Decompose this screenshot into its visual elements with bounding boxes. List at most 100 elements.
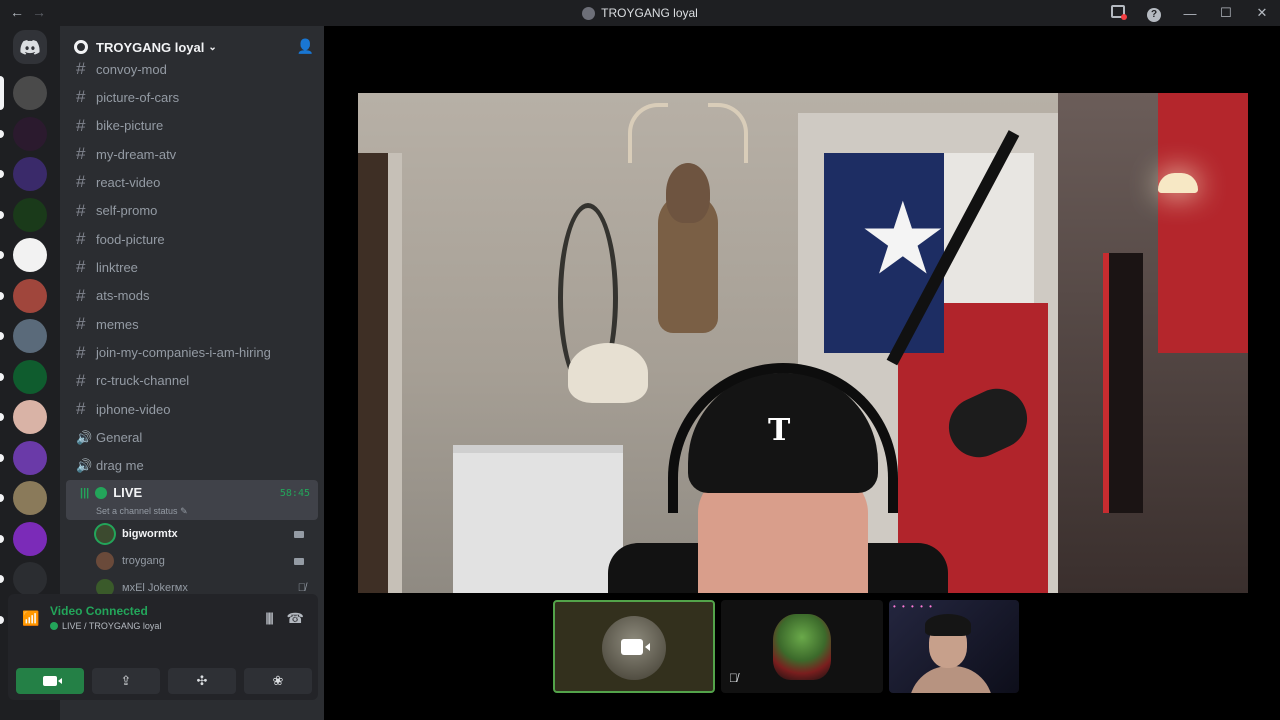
voice-member[interactable]: bigwormtx [96, 521, 316, 547]
screen-share-icon: ⇪ [120, 673, 132, 688]
direct-messages-button[interactable] [13, 30, 47, 64]
inbox-icon [1111, 5, 1127, 20]
help-icon: ? [1147, 7, 1161, 22]
close-button[interactable]: ✕ [1244, 5, 1280, 21]
unread-pill [0, 76, 4, 110]
unread-pill [0, 210, 4, 219]
help-button[interactable]: ? [1136, 5, 1172, 22]
guild-11[interactable] [13, 481, 47, 515]
member-name: bigwormtx [122, 528, 178, 540]
channel-linktree[interactable]: # linktree [68, 254, 318, 280]
channel-general[interactable]: 🔊 General [68, 425, 318, 451]
channel-label: react-video [96, 174, 161, 190]
channel-label: linktree [96, 259, 138, 275]
voice-channel-live[interactable]: ||| LIVE Set a channel status ✎ 58:45 [66, 480, 318, 520]
channel-label: convoy-mod [96, 61, 167, 77]
guild-13[interactable] [13, 562, 47, 596]
guild-3[interactable] [13, 157, 47, 191]
noise-suppression-icon[interactable]: ||||| [265, 610, 274, 625]
channel-self-promo[interactable]: # self-promo [68, 198, 318, 224]
chevron-down-icon: ⌄ [208, 41, 217, 53]
connection-dot-icon [50, 622, 58, 630]
guild-4[interactable] [13, 197, 47, 232]
signal-icon[interactable]: 📶 [22, 610, 39, 627]
minimize-button[interactable]: — [1172, 6, 1208, 21]
voice-member[interactable]: troygang [96, 548, 316, 574]
video-thumb-webcam[interactable]: • • • • • [889, 600, 1019, 693]
video-thumb-joker[interactable]: 🎙̸ [721, 600, 883, 693]
guild-andii-skwad[interactable] [13, 521, 47, 556]
channel-ats-mods[interactable]: # ats-mods [68, 283, 318, 309]
unread-pill [0, 170, 4, 178]
voice-location[interactable]: LIVE / TROYGANG loyal [50, 621, 161, 631]
member-name: мхEl Jokerмх [122, 582, 188, 594]
inbox-button[interactable] [1100, 5, 1136, 21]
channel-memes[interactable]: # memes [68, 311, 318, 337]
disconnect-icon[interactable]: ☎ [287, 610, 304, 627]
guild-1[interactable] [13, 76, 47, 110]
channel-react-video[interactable]: # react-video [68, 169, 318, 195]
avatar [96, 525, 114, 543]
guild-9[interactable] [13, 400, 47, 434]
pencil-icon: ✎ [180, 506, 188, 516]
live-bars-icon: ||| [80, 486, 90, 499]
participant-avatar [773, 614, 831, 680]
invite-people-icon[interactable]: 👤 [297, 38, 314, 55]
channel-my-dream-atv[interactable]: # my-dream-atv [68, 141, 318, 167]
channel-label: self-promo [96, 203, 158, 219]
voice-status[interactable]: Video Connected [50, 604, 148, 618]
window-controls: ? — ☐ ✕ [1100, 0, 1280, 26]
scene-deer-head [666, 163, 710, 223]
video-thumb-self[interactable] [553, 600, 715, 693]
channel-bike-picture[interactable]: # bike-picture [68, 113, 318, 139]
scene-scarf [1103, 253, 1143, 513]
channel-convoy-mod[interactable]: # convoy-mod [68, 56, 318, 82]
channel-drag-me[interactable]: 🔊 drag me [68, 453, 318, 479]
hash-icon: # [76, 285, 86, 305]
guild-5[interactable] [13, 238, 47, 272]
channel-rc-truck-channel[interactable]: # rc-truck-channel [68, 368, 318, 394]
main-video-tile[interactable]: ★ T [358, 93, 1248, 593]
live-indicator-icon [95, 486, 108, 499]
channel-join-my-companies-i-am-hiring[interactable]: # join-my-companies-i-am-hiring [68, 340, 318, 366]
discord-logo-icon [20, 39, 40, 55]
guild-10[interactable] [13, 440, 47, 475]
unread-pill [0, 372, 4, 381]
unread-pill [0, 251, 4, 259]
camera-icon [43, 676, 62, 686]
hash-icon: # [76, 144, 86, 164]
hash-icon: # [76, 115, 86, 135]
scene-deer-mount [628, 103, 748, 333]
channel-iphone-video[interactable]: # iphone-video [68, 396, 318, 422]
hash-icon: # [76, 59, 86, 78]
soundboard-icon: ❀ [272, 673, 284, 688]
channel-status[interactable]: Set a channel status ✎ [96, 506, 188, 517]
server-name: TROYGANG loyal [96, 39, 205, 55]
guild-7[interactable] [13, 319, 47, 353]
guild-8[interactable] [13, 359, 47, 394]
activities-icon: ✣ [196, 673, 208, 688]
window-title-text: TROYGANG loyal [601, 6, 698, 20]
channel-status-text: Set a channel status [96, 506, 178, 516]
guild-deejays-inferno[interactable] [13, 116, 47, 151]
unread-pill [0, 494, 4, 502]
channel-food-picture[interactable]: # food-picture [68, 226, 318, 252]
channel-label: food-picture [96, 231, 165, 247]
camera-button[interactable] [16, 668, 84, 694]
maximize-button[interactable]: ☐ [1208, 5, 1244, 21]
unread-pill [0, 129, 4, 138]
guild-6[interactable] [13, 278, 47, 313]
channel-picture-of-cars[interactable]: # picture-of-cars [68, 84, 318, 110]
unread-pill [0, 575, 4, 583]
speaker-icon: 🔊 [76, 429, 93, 445]
activities-button[interactable]: ✣ [168, 668, 236, 694]
unread-pill [0, 413, 4, 421]
member-name: troygang [122, 555, 165, 567]
channel-label: picture-of-cars [96, 89, 180, 105]
screen-share-button[interactable]: ⇪ [92, 668, 160, 694]
scene-body [909, 666, 993, 693]
soundboard-button[interactable]: ❀ [244, 668, 312, 694]
hash-icon: # [76, 342, 86, 362]
call-timer: 58:45 [279, 488, 310, 499]
channel-label: General [96, 430, 143, 446]
